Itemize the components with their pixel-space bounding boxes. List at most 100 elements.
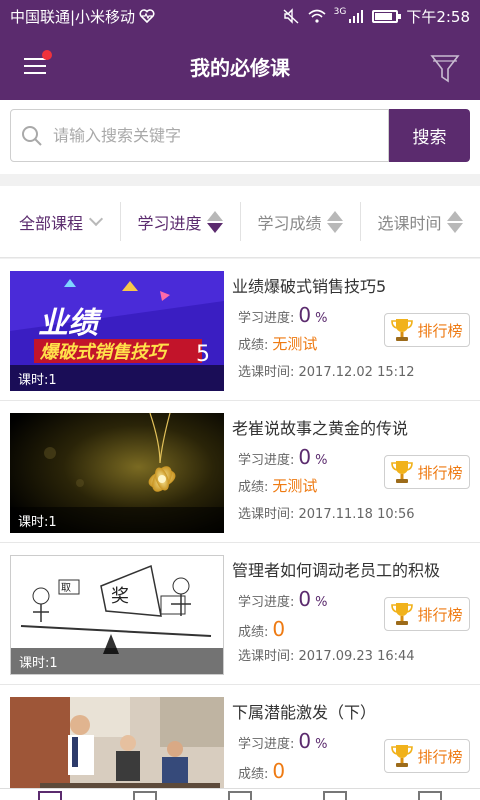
leaderboard-button[interactable]: 排行榜 — [384, 597, 470, 631]
lesson-count: 课时:1 — [10, 507, 224, 533]
app-root: 中国联通|小米移动 3G 下午2:58 我的必修课 请输入搜索关键字 搜索 全部… — [0, 0, 480, 800]
filter-funnel-icon[interactable] — [430, 52, 460, 84]
course-thumbnail[interactable] — [10, 697, 224, 800]
course-list: 业绩 爆破式销售技巧 5 课时:1 业绩爆破式销售技巧5 学习进度: 0 % 成… — [0, 259, 480, 800]
leaderboard-button[interactable]: 排行榜 — [384, 455, 470, 489]
score-row: 成绩: 无测试 — [238, 333, 317, 354]
bottom-tab-bar — [0, 788, 480, 800]
progress-value: 0 — [298, 587, 312, 611]
carrier-label: 中国联通|小米移动 — [10, 7, 136, 26]
score-label: 成绩: — [238, 338, 269, 353]
tab-courses-icon[interactable] — [38, 791, 62, 800]
leaderboard-label: 排行榜 — [417, 747, 463, 766]
progress-unit: % — [315, 311, 328, 326]
heart-pulse-icon — [139, 9, 155, 23]
filter-all-courses[interactable]: 全部课程 — [0, 186, 120, 257]
chevron-down-icon — [88, 211, 104, 226]
mute-icon — [283, 8, 299, 24]
score-value: 无测试 — [272, 477, 318, 495]
course-card[interactable]: 业绩 爆破式销售技巧 5 课时:1 业绩爆破式销售技巧5 学习进度: 0 % 成… — [0, 259, 480, 401]
progress-unit: % — [315, 737, 328, 752]
status-left: 中国联通|小米移动 — [10, 6, 155, 27]
score-row: 成绩: 0 — [238, 759, 285, 783]
sort-arrows-icon — [206, 210, 223, 233]
sort-arrows-icon — [446, 210, 463, 233]
course-thumbnail[interactable]: 课时:1 — [10, 413, 224, 533]
search-box[interactable] — [10, 109, 389, 162]
banner-title-text: 业绩 — [38, 306, 103, 341]
progress-label: 学习进度: — [238, 737, 295, 752]
sketch-text-box: 取 — [61, 582, 71, 594]
top-app-bar: 我的必修课 — [0, 32, 480, 100]
leaderboard-button[interactable]: 排行榜 — [384, 313, 470, 347]
tab-book-icon[interactable] — [133, 791, 157, 800]
course-thumbnail[interactable]: 奖 取 课时:1 — [10, 555, 224, 675]
score-label: 成绩: — [238, 767, 269, 782]
select-date: 选课时间: 2017.12.02 15:12 — [238, 365, 415, 380]
course-thumbnail[interactable]: 业绩 爆破式销售技巧 5 课时:1 — [10, 271, 224, 391]
sort-down-icon — [326, 222, 343, 233]
clock-label: 下午2:58 — [406, 7, 470, 26]
wifi-icon — [308, 9, 326, 23]
filter-select-time[interactable]: 选课时间 — [360, 186, 480, 257]
menu-button[interactable] — [24, 50, 52, 76]
filter-bar: 全部课程 学习进度 学习成绩 选课时间 — [0, 186, 480, 258]
score-value: 0 — [272, 759, 286, 783]
trophy-icon — [391, 745, 414, 767]
status-bar: 中国联通|小米移动 3G 下午2:58 — [0, 0, 480, 32]
course-card[interactable]: 下属潜能激发（下） 学习进度: 0 % 成绩: 0 排行榜 — [0, 685, 480, 800]
sort-down-icon — [206, 222, 223, 233]
leaderboard-button[interactable]: 排行榜 — [384, 739, 470, 773]
progress-value: 0 — [298, 445, 312, 469]
sort-down-icon — [446, 222, 463, 233]
progress-label: 学习进度: — [238, 595, 295, 610]
banner-number-text: 5 — [196, 342, 210, 367]
filter-label: 学习进度 — [137, 213, 202, 233]
trophy-icon — [391, 603, 414, 625]
tab-profile-icon[interactable] — [418, 791, 442, 800]
tab-play-icon[interactable] — [323, 791, 347, 800]
score-value: 0 — [272, 617, 286, 641]
page-title: 我的必修课 — [190, 55, 290, 80]
course-title: 管理者如何调动老员工的积极 — [232, 561, 441, 580]
trophy-icon — [391, 461, 414, 483]
score-label: 成绩: — [238, 480, 269, 495]
leaderboard-label: 排行榜 — [417, 321, 463, 340]
progress-unit: % — [315, 595, 328, 610]
select-date: 选课时间: 2017.09.23 16:44 — [238, 649, 415, 664]
status-right: 3G 下午2:58 — [282, 6, 470, 27]
score-label: 成绩: — [238, 625, 269, 640]
leaderboard-label: 排行榜 — [417, 605, 463, 624]
filter-label: 全部课程 — [18, 213, 83, 233]
course-title: 业绩爆破式销售技巧5 — [232, 277, 387, 296]
select-date: 选课时间: 2017.11.18 10:56 — [238, 507, 415, 522]
banner-subtitle-text: 爆破式销售技巧 — [39, 342, 170, 363]
filter-label: 学习成绩 — [257, 213, 322, 233]
progress-row: 学习进度: 0 % — [238, 587, 327, 611]
sort-up-icon — [206, 210, 223, 221]
filter-score[interactable]: 学习成绩 — [240, 186, 360, 257]
filter-progress[interactable]: 学习进度 — [120, 186, 240, 257]
progress-unit: % — [315, 453, 328, 468]
search-button[interactable]: 搜索 — [389, 109, 470, 162]
lesson-count: 课时:1 — [11, 648, 223, 674]
filter-label: 选课时间 — [377, 213, 442, 233]
progress-value: 0 — [298, 303, 312, 327]
score-row: 成绩: 无测试 — [238, 475, 317, 496]
battery-level — [375, 12, 393, 20]
progress-value: 0 — [298, 729, 312, 753]
lesson-count: 课时:1 — [10, 365, 224, 391]
sort-up-icon — [446, 210, 463, 221]
menu-line — [24, 72, 46, 74]
office-meeting-image — [10, 697, 224, 800]
course-card[interactable]: 奖 取 课时:1 管理者如何调动老员工的积极 学习进度: 0 % 成绩: 0 选… — [0, 543, 480, 685]
notification-dot — [42, 50, 52, 60]
menu-line — [24, 65, 46, 67]
network-type-label: 3G — [333, 7, 347, 17]
tab-message-icon[interactable] — [228, 791, 252, 800]
search-input[interactable] — [53, 126, 373, 145]
course-card[interactable]: 课时:1 老崔说故事之黄金的传说 学习进度: 0 % 成绩: 无测试 选课时间:… — [0, 401, 480, 543]
progress-row: 学习进度: 0 % — [238, 729, 327, 753]
search-icon — [22, 125, 42, 146]
score-value: 无测试 — [272, 335, 318, 353]
